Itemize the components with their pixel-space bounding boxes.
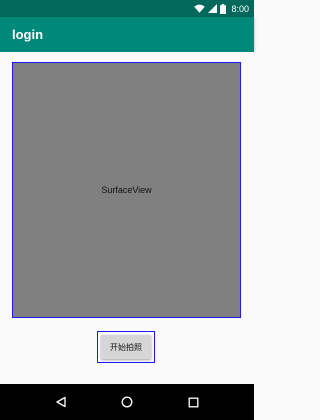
back-button[interactable] [50,391,72,413]
main-content: SurfaceView 开始拍照 [0,52,254,384]
capture-button-outline: 开始拍照 [97,331,155,363]
capture-button[interactable]: 开始拍照 [101,335,151,359]
app-bar: login [0,17,254,52]
status-bar: 8:00 [0,0,254,17]
navigation-bar [0,384,254,420]
battery-icon [220,3,227,14]
app-title: login [12,27,44,42]
status-time: 8:00 [231,3,249,14]
wifi-icon [194,4,206,13]
back-icon [55,396,67,408]
recents-icon [188,397,199,408]
signal-icon [208,4,218,13]
status-icons: 8:00 [194,3,249,14]
home-button[interactable] [116,391,138,413]
surface-view-label: SurfaceView [101,185,152,195]
surface-view[interactable]: SurfaceView [12,62,241,318]
home-icon [121,396,133,408]
recents-button[interactable] [182,391,204,413]
